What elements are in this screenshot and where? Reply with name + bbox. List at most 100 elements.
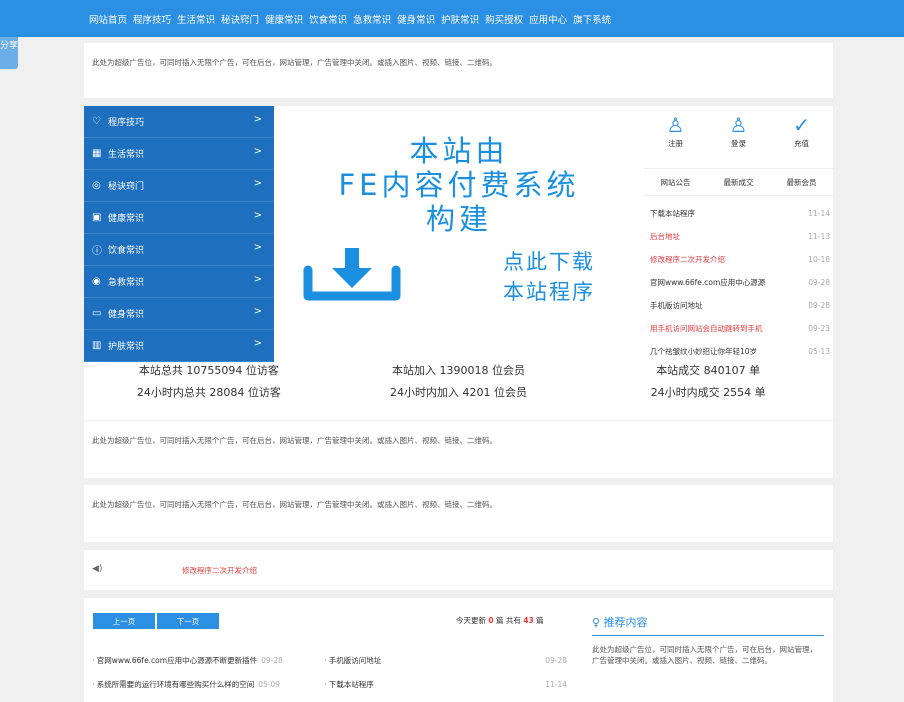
nav-item[interactable]: 护肤常识 <box>441 12 479 26</box>
ad-text: 此处为超级广告位，可同时插入无限个广告，可在后台，网站管理，广告管理中关闭。或插… <box>92 58 497 67</box>
ad-banner-middle-1[interactable]: 此处为超级广告位，可同时插入无限个广告，可在后台，网站管理，广告管理中关闭。或插… <box>84 421 833 478</box>
ad-text: 此处为超级广告位，可同时插入无限个广告，可在后台，网站管理，广告管理中关闭。或插… <box>92 436 497 445</box>
nav-item[interactable]: 旗下系统 <box>573 12 611 26</box>
user-action-2[interactable]: ✓ 充值 <box>770 112 833 158</box>
article-link[interactable]: · 系统所需要的运行环境有哪些购买什么样的空间 05-09 <box>92 679 324 690</box>
announcement-date: 10-18 <box>808 255 830 264</box>
chevron-right-icon: > <box>253 146 262 157</box>
user-icon: ♙ <box>729 113 748 137</box>
notice-bar: ◀) 修改程序二次开发介绍 <box>84 550 833 590</box>
stat-item: 24小时内总共 28084 位访客 <box>136 386 281 399</box>
info-icon: ⓘ <box>92 246 102 257</box>
announcement-item[interactable]: 下载本站程序 11-14 <box>650 202 830 225</box>
bulb-icon: ♀ <box>592 616 601 629</box>
top-nav-links: 网站首页 程序技巧 生活常识 秘诀窍门 健康常识 饮食常识 急救常识 健身常识 护肤常识 购买授权… <box>89 0 611 37</box>
side-menu-item[interactable]: ▣ 健康常识 > <box>84 202 274 234</box>
article-link[interactable]: · 手机版访问地址 <box>324 655 545 666</box>
announcement-item[interactable]: 修改程序二次开发介绍 10-18 <box>650 248 830 271</box>
announcement-tab[interactable]: 网站公告 <box>644 169 707 195</box>
article-date: 09-28 <box>261 655 283 665</box>
announcement-date: 09-23 <box>808 324 830 333</box>
side-menu-item[interactable]: ▥ 护肤常识 > <box>84 330 274 362</box>
update-stats: 今天更新 0 篇 共有 43 篇 <box>456 616 544 625</box>
user-actions: ♙ 注册 ♙ 登录 ✓ 充值 <box>644 112 833 158</box>
side-menu-label: 秘诀窍门 <box>108 182 145 192</box>
prev-page-button[interactable]: 上一页 <box>92 612 156 630</box>
article-date: 11-14 <box>545 679 567 689</box>
ad-banner-top[interactable]: 此处为超级广告位，可同时插入无限个广告，可在后台，网站管理，广告管理中关闭。或插… <box>84 43 833 98</box>
article-link[interactable]: · 下载本站程序 <box>324 679 545 690</box>
banner-line-3: 构建 <box>425 202 492 236</box>
user-action-label: 登录 <box>731 139 746 148</box>
ad-banner-middle-2[interactable]: 此处为超级广告位，可同时插入无限个广告，可在后台，网站管理，广告管理中关闭。或插… <box>84 485 833 542</box>
chevron-right-icon: > <box>253 114 262 125</box>
announcement-date: 11-13 <box>808 232 830 241</box>
announcement-item[interactable]: 几个祛皱纹小妙招让你年轻10岁 05-13 <box>650 340 830 363</box>
chevron-right-icon: > <box>253 178 262 189</box>
nav-item[interactable]: 急救常识 <box>353 12 391 26</box>
chevron-right-icon: > <box>253 242 262 253</box>
side-menu-label: 护肤常识 <box>108 342 145 352</box>
user-action-label: 注册 <box>668 139 683 148</box>
user-action-0[interactable]: ♙ 注册 <box>644 112 707 158</box>
promo-banner[interactable]: 本站由 FE内容付费系统 构建 点此下载 本站程序 <box>274 106 644 362</box>
diamond-icon: ♡ <box>92 116 101 127</box>
speaker-icon: ◀) <box>92 564 103 574</box>
nav-item[interactable]: 网站首页 <box>89 12 127 26</box>
badge-check-icon: ✓ <box>793 113 810 137</box>
chevron-right-icon: > <box>253 274 262 285</box>
announcement-item[interactable]: 手机版访问地址 09-28 <box>650 294 830 317</box>
announcement-title: 修改程序二次开发介绍 <box>650 255 725 264</box>
article-row: · 官网www.66fe.com应用中心源源不断更新插件 09-28 · 手机版访问… <box>92 648 567 672</box>
image-icon: ▣ <box>92 212 102 223</box>
stats-row-24h: 24小时内总共 28084 位访客 24小时内加入 4201 位会员 24小时内成交… <box>84 384 833 400</box>
notice-link[interactable]: 修改程序二次开发介绍 <box>182 565 257 576</box>
announcement-list: 下载本站程序 11-14 后台地址 11-13 修改程序二次开发介绍 10-18 官网www… <box>650 202 830 363</box>
nav-item[interactable]: 应用中心 <box>529 12 567 26</box>
next-page-button[interactable]: 下一页 <box>156 612 220 630</box>
stat-item: 本站总共 10755094 位访客 <box>138 364 279 377</box>
announcement-title: 几个祛皱纹小妙招让你年轻10岁 <box>650 347 758 356</box>
announcement-title: 后台地址 <box>650 232 680 241</box>
article-title: 手机版访问地址 <box>328 655 382 665</box>
announcement-item[interactable]: 用手机访问网站会自动跳转到手机 09-23 <box>650 317 830 340</box>
banner-cta-2: 本站程序 <box>503 280 595 304</box>
article-title: 官网www.66fe.com应用中心源源不断更新插件 <box>96 655 258 665</box>
banner-cta-1: 点此下载 <box>503 250 595 274</box>
announcement-item[interactable]: 官网www.66fe.com应用中心源源 09-28 <box>650 271 830 294</box>
top-navigation-bar: 网站首页 程序技巧 生活常识 秘诀窍门 健康常识 饮食常识 急救常识 健身常识 护肤常识 购买授权… <box>0 0 904 37</box>
side-menu-label: 健身常识 <box>108 310 145 320</box>
columns-icon: ▥ <box>92 340 102 351</box>
side-menu-item[interactable]: ◉ 急救常识 > <box>84 266 274 298</box>
nav-item[interactable]: 购买授权 <box>485 12 523 26</box>
side-menu-label: 急救常识 <box>108 278 145 288</box>
announcement-tab[interactable]: 最新成交 <box>707 169 770 195</box>
side-menu-item[interactable]: ▭ 健身常识 > <box>84 298 274 330</box>
article-row: · 系统所需要的运行环境有哪些购买什么样的空间 05-09 · 下载本站程序 11-1… <box>92 672 567 696</box>
nav-item[interactable]: 饮食常识 <box>309 12 347 26</box>
ad-text: 此处为超级广告位，可同时插入无限个广告，可在后台，网站管理，广告管理中关闭。或插… <box>92 500 497 509</box>
stat-item: 24小时内成交 2554 单 <box>650 386 766 399</box>
stat-item: 本站加入 1390018 位会员 <box>392 364 525 377</box>
announcement-tab[interactable]: 最新会员 <box>770 169 833 195</box>
pager: 上一页 下一页 <box>92 612 220 630</box>
nav-item[interactable]: 秘诀窍门 <box>221 12 259 26</box>
nav-item[interactable]: 健康常识 <box>265 12 303 26</box>
nav-item[interactable]: 健身常识 <box>397 12 435 26</box>
stats-row-total: 本站总共 10755094 位访客 本站加入 1390018 位会员 本站成交 84… <box>84 362 833 378</box>
nav-item[interactable]: 程序技巧 <box>133 12 171 26</box>
nav-item[interactable]: 生活常识 <box>177 12 215 26</box>
side-menu-item[interactable]: ▦ 生活常识 > <box>84 138 274 170</box>
chevron-right-icon: > <box>253 210 262 221</box>
article-date: 05-09 <box>258 679 281 689</box>
share-button[interactable]: 分享 <box>0 37 18 69</box>
user-action-1[interactable]: ♙ 登录 <box>707 112 770 158</box>
folder-icon: ▭ <box>92 308 102 319</box>
article-link[interactable]: · 官网www.66fe.com应用中心源源不断更新插件 09-28 <box>92 655 324 666</box>
announcement-title: 手机版访问地址 <box>650 301 703 310</box>
announcement-date: 11-14 <box>808 209 830 218</box>
announcement-item[interactable]: 后台地址 11-13 <box>650 225 830 248</box>
side-menu-item[interactable]: ♡ 程序技巧 > <box>84 106 274 138</box>
side-menu-item[interactable]: ⓘ 饮食常识 > <box>84 234 274 266</box>
side-menu-item[interactable]: ◎ 秘诀窍门 > <box>84 170 274 202</box>
